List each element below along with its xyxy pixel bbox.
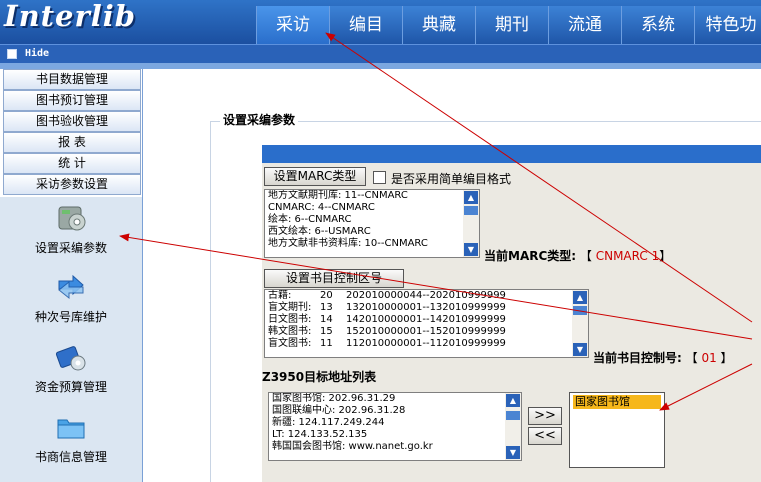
main-nav-tabs: 采访 编目 典藏 期刊 流通 系统 特色功 — [256, 6, 761, 44]
list-item[interactable]: 盲文期刊: 13 132010000001--132010999999 — [265, 302, 588, 314]
marc-type-list[interactable]: 地方文献期刊库: 11--CNMARC CNMARC: 4--CNMARC 绘本… — [264, 189, 480, 258]
sidebar: 书目数据管理 图书预订管理 图书验收管理 报 表 统 计 采访参数设置 设置采编… — [0, 69, 143, 482]
scroll-thumb[interactable] — [506, 411, 520, 420]
tab-special-features[interactable]: 特色功 — [694, 6, 761, 44]
sidebar-item-acq-params[interactable]: 采访参数设置 — [3, 174, 141, 195]
list-item[interactable]: 绘本: 6--CNMARC — [265, 214, 479, 226]
blue-arrows-icon — [58, 274, 84, 300]
sidebar-icon-panel: 设置采编参数 种次号库维护 资金预算管理 书商信息管理 — [0, 197, 142, 482]
current-marc-label-text: 当前MARC类型: — [484, 249, 577, 263]
current-marc-label: 当前MARC类型: 【 CNMARC 1】 — [484, 249, 672, 263]
app-window: Interlib 采访 编目 典藏 期刊 流通 系统 特色功 Hide 书目数据… — [0, 0, 761, 482]
sidebar-item-reports[interactable]: 报 表 — [3, 132, 141, 153]
scrollbar[interactable]: ▲ ▼ — [572, 290, 588, 357]
list-item[interactable]: 新疆: 124.117.249.244 — [269, 417, 521, 429]
control-number-list[interactable]: 古籍: 20 202010000044--202010999999 盲文期刊: 13 1… — [264, 289, 589, 358]
hide-bar: Hide — [0, 44, 761, 63]
z3950-address-list[interactable]: 国家图书馆: 202.96.31.29 国图联编中心: 202.96.31.28… — [268, 392, 522, 461]
tab-periodicals[interactable]: 期刊 — [475, 6, 548, 44]
list-item[interactable]: LT: 124.133.52.135 — [269, 429, 521, 441]
shortcut-vendor-label: 书商信息管理 — [34, 450, 107, 464]
current-control-label-text: 当前书目控制号: — [593, 351, 682, 365]
current-control-value: 01 — [701, 351, 717, 365]
shortcut-call-number[interactable]: 种次号库维护 — [0, 271, 142, 325]
sidebar-item-preorder[interactable]: 图书预订管理 — [3, 90, 141, 111]
shortcut-vendor[interactable]: 书商信息管理 — [0, 411, 142, 465]
budget-icon — [55, 346, 86, 371]
tab-cataloging[interactable]: 编目 — [329, 6, 402, 44]
list-item[interactable]: 古籍: 20 202010000044--202010999999 — [265, 290, 588, 302]
tab-system[interactable]: 系统 — [621, 6, 694, 44]
scrollbar[interactable]: ▲ ▼ — [505, 393, 521, 460]
shortcut-call-number-label: 种次号库维护 — [34, 310, 107, 324]
scroll-down-icon[interactable]: ▼ — [506, 446, 520, 459]
list-item[interactable]: 国图联编中心: 202.96.31.28 — [269, 405, 521, 417]
scroll-up-icon[interactable]: ▲ — [464, 191, 478, 204]
tab-acquisition[interactable]: 采访 — [256, 6, 329, 44]
list-item[interactable]: 日文图书: 14 142010000001--142010999999 — [265, 314, 588, 326]
selected-target-item[interactable]: 国家图书馆 — [573, 395, 661, 409]
list-item[interactable]: 韩文图书: 15 152010000001--152010999999 — [265, 326, 588, 338]
list-item[interactable]: 韩国国会图书馆: www.nanet.go.kr — [269, 441, 521, 453]
z3950-title: Z3950目标地址列表 — [262, 368, 376, 385]
scroll-up-icon[interactable]: ▲ — [573, 291, 587, 304]
scroll-thumb[interactable] — [464, 206, 478, 215]
scroll-down-icon[interactable]: ▼ — [464, 243, 478, 256]
folder-icon — [57, 419, 85, 439]
list-item[interactable]: CNMARC: 4--CNMARC — [265, 202, 479, 214]
current-marc-value: CNMARC 1 — [595, 249, 660, 263]
section-title: 设置采编参数 — [220, 111, 299, 128]
panel-header-band — [262, 145, 761, 163]
remove-target-button[interactable]: << — [528, 427, 562, 445]
simple-catalog-label: 是否采用简单编目格式 — [391, 172, 512, 186]
shortcut-budget[interactable]: 资金预算管理 — [0, 341, 142, 395]
list-item[interactable]: 国家图书馆: 202.96.31.29 — [269, 393, 521, 405]
tab-holdings[interactable]: 典藏 — [402, 6, 475, 44]
app-logo: Interlib — [4, 0, 137, 33]
list-item[interactable]: 西文绘本: 6--USMARC — [265, 226, 479, 238]
sidebar-item-acceptance[interactable]: 图书验收管理 — [3, 111, 141, 132]
scroll-down-icon[interactable]: ▼ — [573, 343, 587, 356]
set-control-number-button[interactable]: 设置书目控制区号 — [264, 269, 404, 288]
list-item[interactable]: 盲文图书: 11 112010000001--112010999999 — [265, 338, 588, 350]
shortcut-set-params[interactable]: 设置采编参数 — [0, 202, 142, 256]
selected-targets-list[interactable]: 国家图书馆 — [569, 392, 665, 468]
header-bar: Interlib 采访 编目 典藏 期刊 流通 系统 特色功 — [0, 0, 761, 44]
set-marc-type-button[interactable]: 设置MARC类型 — [264, 167, 366, 186]
simple-catalog-checkbox[interactable] — [373, 171, 386, 184]
list-item[interactable]: 地方文献非书资料库: 10--CNMARC — [265, 238, 479, 250]
hide-label[interactable]: Hide — [25, 46, 49, 61]
scroll-up-icon[interactable]: ▲ — [506, 394, 520, 407]
shortcut-set-params-label: 设置采编参数 — [34, 241, 107, 255]
add-target-button[interactable]: >> — [528, 407, 562, 425]
sidebar-menu: 书目数据管理 图书预订管理 图书验收管理 报 表 统 计 采访参数设置 — [3, 69, 141, 195]
hide-toggle-icon[interactable] — [7, 49, 17, 59]
current-control-label: 当前书目控制号: 【 01 】 — [593, 351, 733, 365]
params-panel: 设置MARC类型 是否采用简单编目格式 地方文献期刊库: 11--CNMARC … — [262, 163, 761, 482]
shortcut-budget-label: 资金预算管理 — [34, 380, 107, 394]
sidebar-item-bib-data[interactable]: 书目数据管理 — [3, 69, 141, 90]
scrollbar[interactable]: ▲ ▼ — [463, 190, 479, 257]
tab-circulation[interactable]: 流通 — [548, 6, 621, 44]
list-item[interactable]: 地方文献期刊库: 11--CNMARC — [265, 190, 479, 202]
settings-disc-icon — [58, 206, 86, 231]
z3950-title-text: Z3950目标地址列表 — [262, 370, 377, 384]
sidebar-item-statistics[interactable]: 统 计 — [3, 153, 141, 174]
content-area: 设置采编参数 设置MARC类型 是否采用简单编目格式 地方文献期刊库: 11--… — [144, 69, 761, 482]
scroll-thumb[interactable] — [573, 306, 587, 315]
